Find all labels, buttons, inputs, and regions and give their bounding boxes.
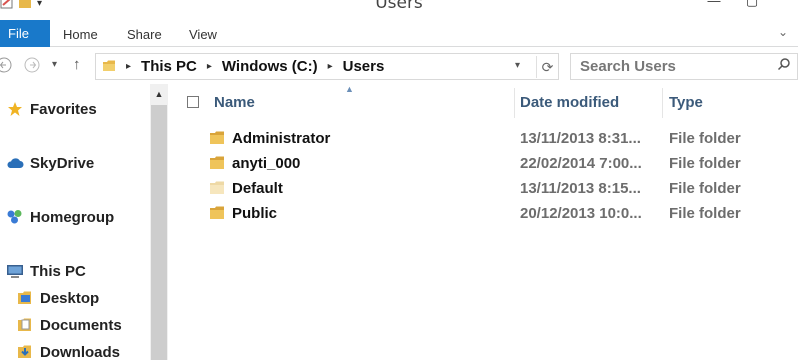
back-arrow-icon <box>0 57 12 73</box>
nav-item-documents[interactable]: Documents <box>16 314 122 336</box>
breadcrumb: ▸ This PC ▸ Windows (C:) ▸ Users <box>126 54 384 79</box>
cloud-icon <box>6 154 24 172</box>
file-name: Public <box>232 205 278 222</box>
search-input[interactable]: Search Users <box>580 58 676 75</box>
table-row[interactable]: Public 20/12/2013 10:0... File folder <box>168 201 798 226</box>
expand-ribbon-chevron-icon[interactable]: ⌄ <box>778 25 788 39</box>
search-icon[interactable] <box>777 57 791 74</box>
ribbon: File Home Share View ⌄ <box>0 20 798 47</box>
file-type: File folder <box>669 130 741 147</box>
column-divider[interactable] <box>662 88 663 118</box>
column-header-date-modified[interactable]: Date modified <box>520 84 662 118</box>
column-header-name[interactable]: Name <box>214 84 514 118</box>
nav-item-label: Desktop <box>40 289 100 307</box>
breadcrumb-item-users[interactable]: Users <box>343 58 385 75</box>
file-name: Default <box>232 180 283 197</box>
table-row[interactable]: Administrator 13/11/2013 8:31... File fo… <box>168 126 798 151</box>
recent-locations-dropdown-icon[interactable]: ▾ <box>52 59 57 70</box>
tab-share[interactable]: Share <box>127 20 162 47</box>
nav-item-label: This PC <box>30 262 86 280</box>
nav-item-this-pc[interactable]: This PC <box>6 260 86 282</box>
forward-arrow-icon <box>24 57 40 73</box>
homegroup-icon <box>6 208 24 226</box>
file-date-modified: 13/11/2013 8:15... <box>520 180 641 197</box>
nav-item-label: Downloads <box>40 343 121 360</box>
scrollbar-thumb[interactable] <box>151 105 167 360</box>
up-button[interactable]: ↑ <box>73 56 81 73</box>
downloads-folder-icon <box>16 343 34 360</box>
title-bar: ▾ Users — ▢ <box>0 0 798 20</box>
window-title: Users <box>375 0 423 13</box>
select-all-checkbox[interactable] <box>187 96 199 108</box>
breadcrumb-separator-icon[interactable]: ▸ <box>207 61 212 72</box>
scroll-up-icon[interactable]: ▲ <box>150 84 168 104</box>
nav-item-downloads[interactable]: Downloads <box>16 341 120 360</box>
nav-item-skydrive[interactable]: SkyDrive <box>6 152 94 174</box>
breadcrumb-separator-icon[interactable]: ▸ <box>126 61 131 72</box>
table-row[interactable]: Default 13/11/2013 8:15... File folder <box>168 176 798 201</box>
tab-file[interactable]: File <box>0 20 50 47</box>
refresh-button[interactable]: ⟳ <box>536 56 558 78</box>
back-button[interactable] <box>0 57 12 76</box>
column-divider[interactable] <box>514 88 515 118</box>
breadcrumb-item-this-pc[interactable]: This PC <box>141 58 197 75</box>
navigation-pane-scrollbar[interactable]: ▲ <box>150 84 168 360</box>
file-type: File folder <box>669 205 741 222</box>
table-row[interactable]: anyti_000 22/02/2014 7:00... File folder <box>168 151 798 176</box>
folder-icon <box>210 131 224 144</box>
documents-folder-icon <box>16 316 34 334</box>
file-list: ▲ Name Date modified Type Administrator … <box>168 84 798 360</box>
refresh-icon: ⟳ <box>541 59 554 75</box>
address-bar[interactable]: ▸ This PC ▸ Windows (C:) ▸ Users ▾ ⟳ <box>95 53 559 80</box>
nav-item-label: Favorites <box>30 100 97 118</box>
star-icon <box>6 100 24 118</box>
desktop-folder-icon <box>16 289 34 307</box>
up-arrow-icon: ↑ <box>73 56 81 73</box>
nav-item-desktop[interactable]: Desktop <box>16 287 99 309</box>
file-date-modified: 20/12/2013 10:0... <box>520 205 642 222</box>
computer-icon <box>6 262 24 280</box>
maximize-button[interactable]: ▢ <box>738 0 766 12</box>
file-type: File folder <box>669 155 741 172</box>
nav-item-label: Homegroup <box>30 208 115 226</box>
forward-button[interactable] <box>24 57 40 76</box>
navigation-pane: Favorites SkyDrive Homegroup This PC Des… <box>0 84 150 360</box>
tab-home[interactable]: Home <box>63 20 98 47</box>
breadcrumb-item-windows-c[interactable]: Windows (C:) <box>222 58 318 75</box>
minimize-button[interactable]: — <box>700 0 728 12</box>
column-header-type[interactable]: Type <box>669 84 789 118</box>
address-history-dropdown-icon[interactable]: ▾ <box>515 60 520 71</box>
file-name: Administrator <box>232 130 331 147</box>
folder-icon <box>210 156 224 169</box>
nav-item-favorites[interactable]: Favorites <box>6 98 97 120</box>
breadcrumb-separator-icon[interactable]: ▸ <box>328 61 333 72</box>
tab-view[interactable]: View <box>189 20 217 47</box>
file-date-modified: 13/11/2013 8:31... <box>520 130 641 147</box>
search-box[interactable]: Search Users <box>570 53 798 80</box>
hidden-folder-icon <box>210 181 224 194</box>
file-date-modified: 22/02/2014 7:00... <box>520 155 642 172</box>
file-type: File folder <box>669 180 741 197</box>
nav-item-homegroup[interactable]: Homegroup <box>6 206 114 228</box>
nav-item-label: SkyDrive <box>30 154 95 172</box>
folder-icon <box>103 60 115 71</box>
file-name: anyti_000 <box>232 155 301 172</box>
navigation-bar: ▾ ↑ ▸ This PC ▸ Windows (C:) ▸ Users ▾ ⟳… <box>0 47 798 84</box>
nav-item-label: Documents <box>40 316 122 334</box>
folder-icon <box>210 206 224 219</box>
